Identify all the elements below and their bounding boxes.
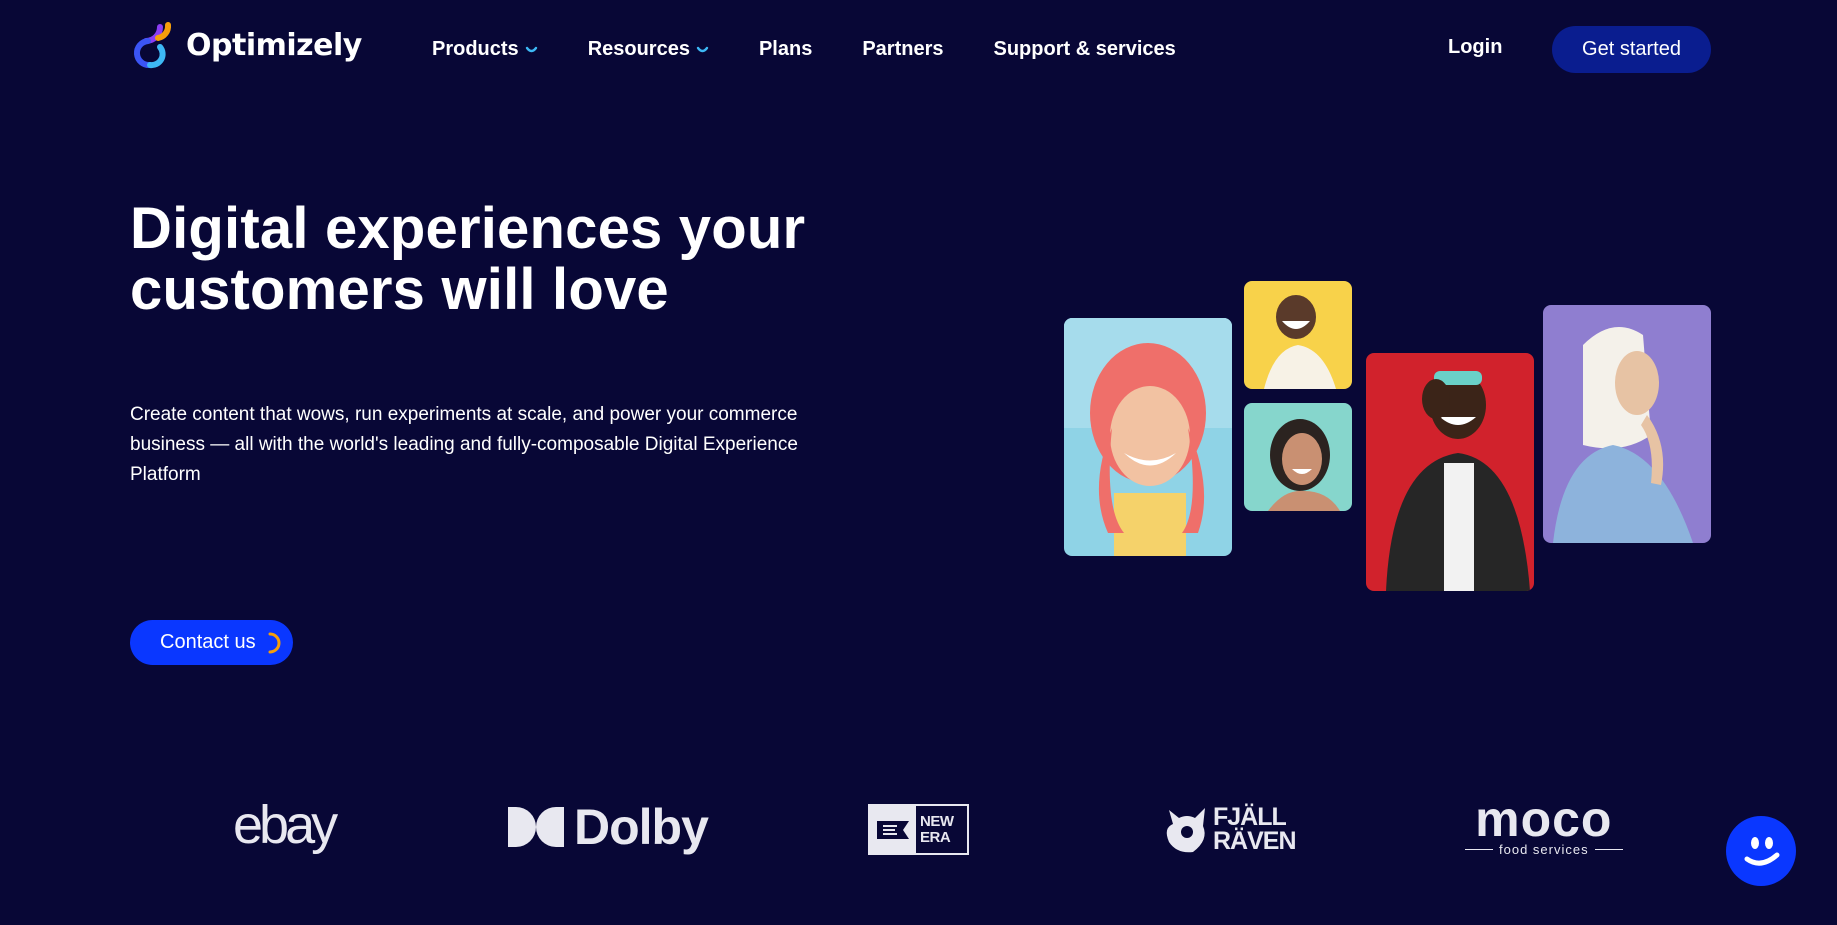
- dolby-logo: Dolby: [508, 799, 709, 855]
- hero-photo-woman-pink-hair: [1064, 318, 1232, 556]
- moco-logo: moco food services: [1465, 791, 1623, 857]
- dolby-mark-icon: [508, 807, 564, 847]
- fjallraven-logo: FJÄLL RÄVEN: [1163, 803, 1297, 855]
- logo-wordmark: Optimizely: [186, 27, 362, 63]
- hero-title: Digital experiences your customers will …: [130, 198, 890, 320]
- nav-item-resources[interactable]: Resources: [588, 38, 709, 61]
- nav-item-label: Products: [432, 37, 519, 60]
- nav-item-support-services[interactable]: Support & services: [993, 38, 1175, 61]
- nav-item-partners[interactable]: Partners: [862, 38, 943, 61]
- optimizely-logo[interactable]: Optimizely: [130, 20, 362, 70]
- chat-widget-button[interactable]: [1726, 816, 1796, 886]
- moco-tagline: food services: [1465, 842, 1623, 857]
- nav-item-plans[interactable]: Plans: [759, 38, 812, 61]
- hero-subtitle: Create content that wows, run experiment…: [130, 404, 798, 485]
- nav-item-label: Plans: [758, 37, 813, 60]
- new-era-line1: NEW: [920, 812, 954, 830]
- new-era-flag-icon: [870, 806, 916, 853]
- nav-item-label: Resources: [587, 37, 690, 60]
- hero-title-line1: Digital experiences your: [130, 196, 806, 261]
- divider: [1465, 849, 1493, 850]
- hero-photo-smiling-woman: [1244, 403, 1352, 511]
- dolby-wordmark: Dolby: [574, 799, 709, 855]
- nav-item-products[interactable]: Products: [432, 38, 538, 61]
- new-era-wordmark: NEW ERA: [916, 806, 967, 853]
- ebay-logo: ebay: [233, 795, 338, 855]
- hero-photo-man-laughing: [1366, 353, 1534, 591]
- chevron-down-icon: [525, 46, 537, 53]
- main-nav: Products Resources Plans Partners Suppor…: [432, 36, 1226, 62]
- moco-tagline-text: food services: [1499, 842, 1589, 857]
- smiley-face-icon: [1744, 837, 1780, 866]
- login-link[interactable]: Login: [1448, 36, 1502, 59]
- contact-us-button[interactable]: Contact us: [130, 620, 293, 665]
- new-era-line2: ERA: [920, 828, 951, 846]
- fjallraven-line1: FJÄLL: [1213, 803, 1287, 831]
- moco-wordmark: moco: [1475, 791, 1613, 847]
- new-era-logo: NEW ERA: [868, 804, 969, 855]
- site-header: Optimizely Products Resources Plans Part…: [0, 0, 1837, 100]
- divider: [1594, 849, 1623, 850]
- optimizely-logo-icon: [134, 22, 172, 69]
- fox-icon: [1166, 808, 1205, 853]
- fjallraven-line2: RÄVEN: [1213, 827, 1297, 855]
- hero-title-line2: customers will love: [130, 257, 669, 322]
- contact-us-label: Contact us: [160, 631, 256, 653]
- hero-photo-woman-hijab: [1543, 305, 1711, 543]
- customer-logos: ebay Dolby NEW ERA FJÄLL RÄVEN moco food…: [0, 790, 1837, 860]
- nav-item-label: Support & services: [993, 37, 1176, 60]
- loading-arc-icon: [268, 632, 281, 653]
- nav-item-label: Partners: [862, 37, 944, 60]
- chevron-down-icon: [696, 46, 709, 53]
- fjallraven-wordmark: FJÄLL RÄVEN: [1213, 803, 1297, 855]
- get-started-button[interactable]: Get started: [1552, 26, 1711, 73]
- hero-photo-laughing-woman: [1244, 281, 1352, 389]
